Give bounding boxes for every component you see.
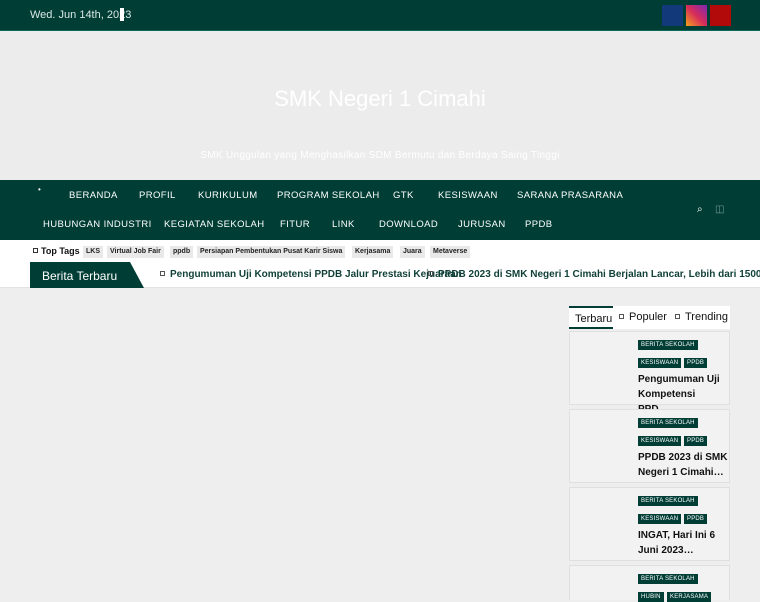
nav-kesiswaan[interactable]: KESISWAAN xyxy=(438,190,498,201)
category-badge[interactable]: BERITA SEKOLAH xyxy=(638,496,698,506)
news-ticker-label: Berita Terbaru xyxy=(30,262,144,288)
tab-trending[interactable]: Trending xyxy=(675,306,728,329)
tag-link[interactable]: LKS xyxy=(83,246,103,258)
category-badge[interactable]: HUBIN xyxy=(638,592,664,602)
ticker-item[interactable]: Pengumuman Uji Kompetensi PPDB Jalur Pre… xyxy=(160,269,462,280)
post-card[interactable]: BERITA SEKOLAH KESISWAAN PPDB Pengumuman… xyxy=(569,331,730,415)
nav-program-sekolah[interactable]: PROGRAM SEKOLAH xyxy=(277,190,380,201)
category-badge[interactable]: KESISWAAN xyxy=(638,436,682,446)
tag-link[interactable]: Kerjasama xyxy=(352,246,394,258)
category-badge[interactable]: KERJASAMA xyxy=(667,592,712,602)
category-badge[interactable]: KESISWAAN xyxy=(638,358,682,368)
nav-sarana-prasarana[interactable]: SARANA PRASARANA xyxy=(517,190,623,201)
category-badge[interactable]: KESISWAAN xyxy=(638,514,682,524)
post-card[interactable]: BERITA SEKOLAH KESISWAAN PPDB PPDB 2023 … xyxy=(569,409,730,483)
tag-link[interactable]: ppdb xyxy=(170,246,194,258)
nav-ppdb[interactable]: PPDB xyxy=(525,219,552,230)
site-tagline: SMK Unggulan yang Menghasilkan SDM Bermu… xyxy=(200,150,560,161)
top-tags-label: Top Tags xyxy=(33,246,80,256)
tab-icon xyxy=(619,314,624,319)
tag-link[interactable]: Virtual Job Fair xyxy=(107,246,164,258)
category-badge[interactable]: BERITA SEKOLAH xyxy=(638,340,698,350)
news-ticker: Berita Terbaru Pengumuman Uji Kompetensi… xyxy=(0,262,760,288)
category-badge[interactable]: PPDB xyxy=(684,358,708,368)
nav-gtk[interactable]: GTK xyxy=(393,190,414,201)
category-badge[interactable]: BERITA SEKOLAH xyxy=(638,418,698,428)
post-card[interactable]: BERITA SEKOLAH KESISWAAN PPDB INGAT, Har… xyxy=(569,487,730,561)
nav-beranda[interactable]: BERANDA xyxy=(69,190,118,201)
ticker-item[interactable]: PPDB 2023 di SMK Negeri 1 Cimahi Berjala… xyxy=(428,269,760,280)
nav-link[interactable]: LINK xyxy=(332,219,355,230)
nav-download[interactable]: DOWNLOAD xyxy=(379,219,438,230)
category-badge[interactable]: PPDB xyxy=(684,436,708,446)
theme-toggle-icon[interactable]: ◫ xyxy=(715,204,724,215)
tag-link[interactable]: Persiapan Pembentukan Pusat Karir Siswa xyxy=(197,246,346,258)
nav-kegiatan-sekolah[interactable]: KEGIATAN SEKOLAH xyxy=(164,219,265,230)
instagram-icon[interactable] xyxy=(686,5,707,26)
category-badge[interactable]: BERITA SEKOLAH xyxy=(638,574,698,584)
ticker-bullet-icon xyxy=(428,271,433,276)
home-icon[interactable]: • xyxy=(38,185,41,194)
facebook-icon[interactable] xyxy=(662,5,683,26)
post-card[interactable]: BERITA SEKOLAH HUBIN KERJASAMA xyxy=(569,565,730,602)
nav-kurikulum[interactable]: KURIKULUM xyxy=(198,190,258,201)
post-title[interactable]: PPDB 2023 di SMK Negeri 1 Cimahi… xyxy=(638,450,728,480)
main-navigation: • BERANDA PROFIL KURIKULUM PROGRAM SEKOL… xyxy=(0,180,760,240)
nav-profil[interactable]: PROFIL xyxy=(139,190,176,201)
post-title[interactable]: INGAT, Hari Ini 6 Juni 2023… xyxy=(638,528,728,558)
top-bar: Wed. Jun 14th, 2023 xyxy=(0,0,760,31)
category-badge[interactable]: PPDB xyxy=(684,514,708,524)
nav-hubungan-industri[interactable]: HUBUNGAN INDUSTRI xyxy=(43,219,152,230)
tab-icon xyxy=(675,314,680,319)
ticker-bullet-icon xyxy=(160,271,165,276)
text-cursor xyxy=(120,8,124,21)
site-title[interactable]: SMK Negeri 1 Cimahi xyxy=(0,86,760,112)
tag-icon xyxy=(33,248,38,253)
search-icon[interactable]: ⌕ xyxy=(697,204,703,215)
nav-fitur[interactable]: FITUR xyxy=(280,219,310,230)
tab-terbaru[interactable]: Terbaru xyxy=(569,306,613,329)
tag-link[interactable]: Metaverse xyxy=(430,246,471,258)
sidebar-tabs: Terbaru Populer Trending xyxy=(569,306,730,329)
current-date: Wed. Jun 14th, 2023 xyxy=(30,9,132,21)
tag-link[interactable]: Juara xyxy=(400,246,425,258)
nav-jurusan[interactable]: JURUSAN xyxy=(458,219,506,230)
top-tags-bar: Top Tags LKS Virtual Job Fair ppdb Persi… xyxy=(0,240,760,262)
youtube-icon[interactable] xyxy=(710,5,731,26)
tab-populer[interactable]: Populer xyxy=(619,306,667,329)
